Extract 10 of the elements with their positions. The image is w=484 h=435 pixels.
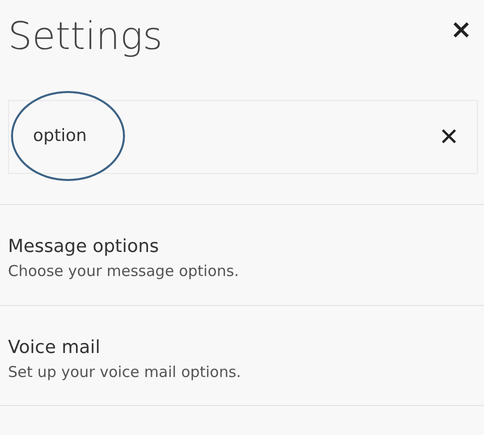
- result-title: Voice mail: [8, 336, 102, 360]
- page-title: Settings: [8, 17, 163, 55]
- result-title: Message options: [8, 235, 160, 259]
- close-button[interactable]: ×: [446, 17, 476, 43]
- search-field[interactable]: option ✕: [8, 100, 478, 174]
- result-description: Set up your voice mail options.: [8, 362, 242, 382]
- search-result[interactable]: Voice mail Set up your voice mail options.: [0, 304, 484, 406]
- result-description: Choose your message options.: [8, 261, 240, 282]
- clear-button[interactable]: ✕: [434, 125, 463, 149]
- search-result[interactable]: Message options Choose your message options.: [0, 204, 484, 304]
